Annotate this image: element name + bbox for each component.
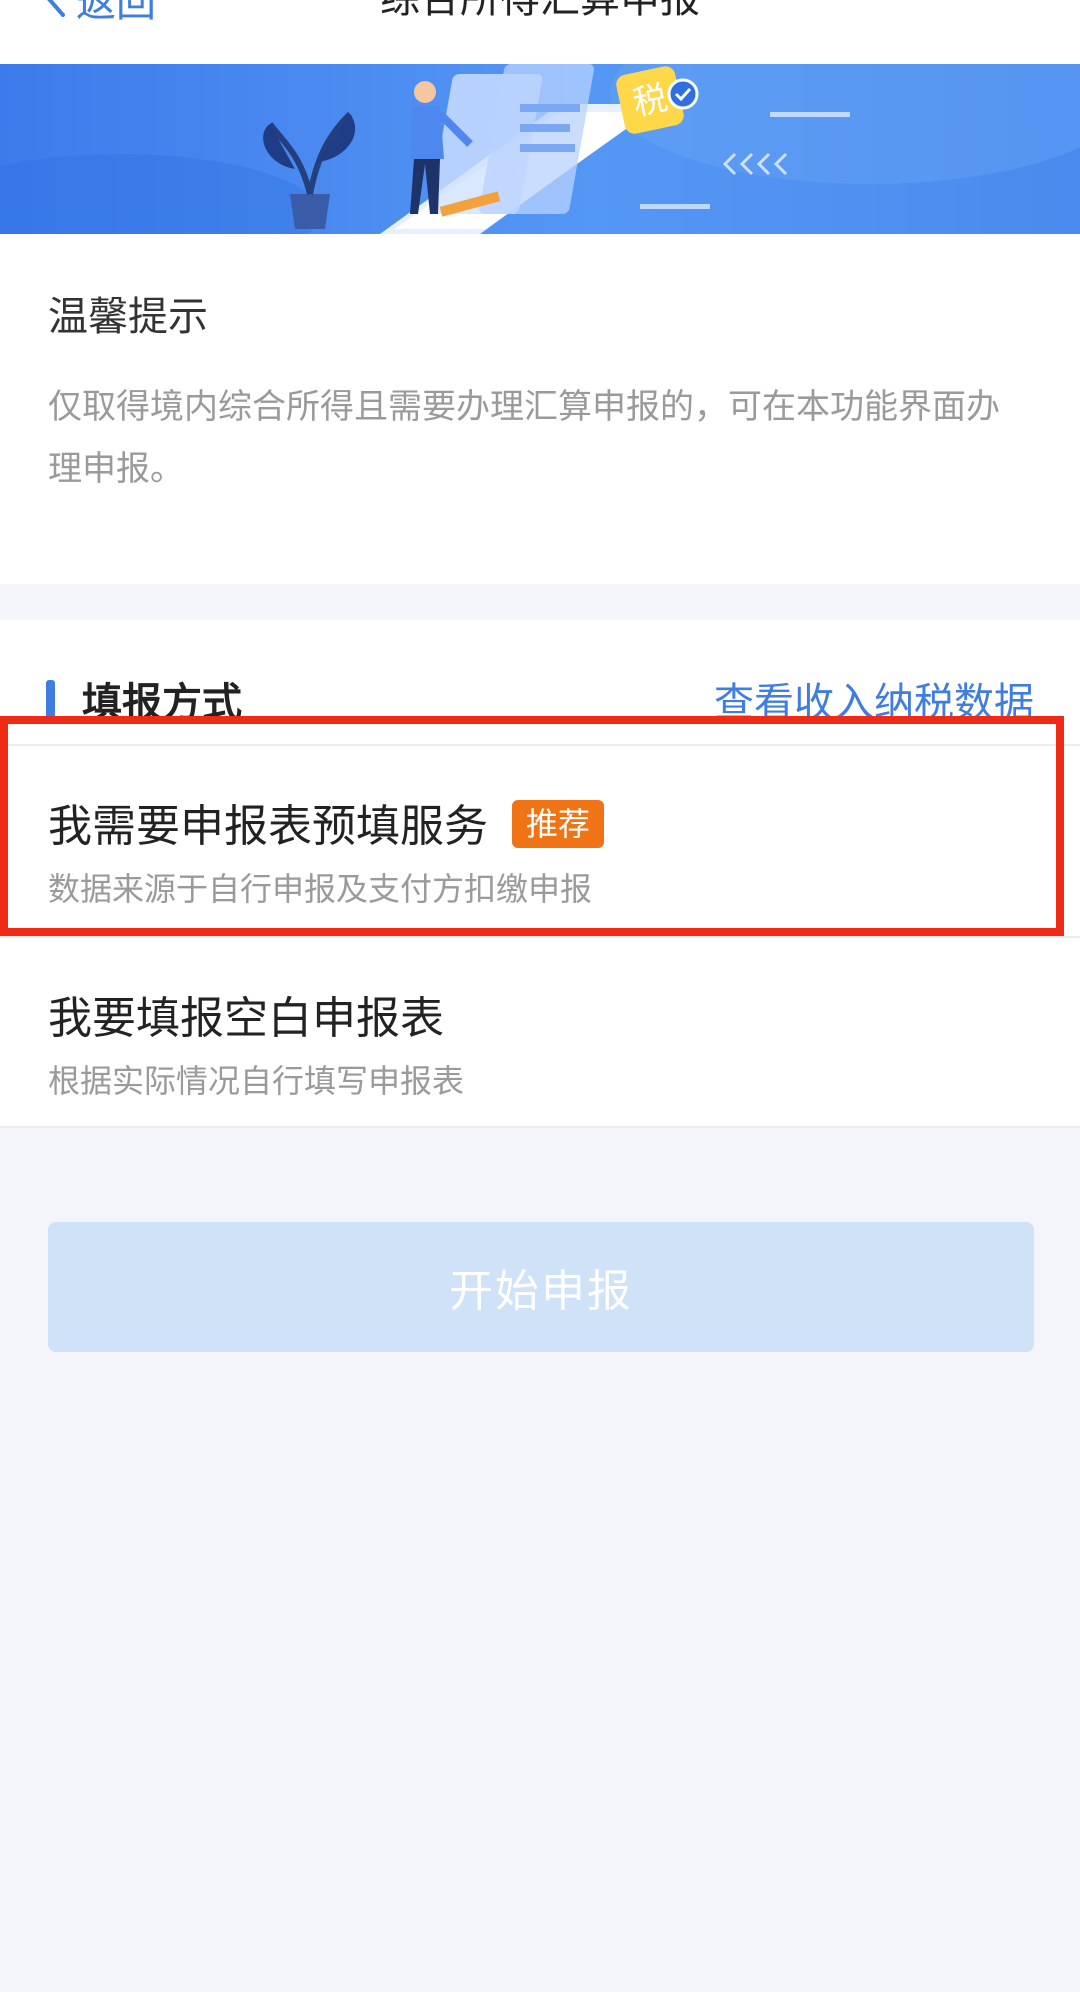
view-income-tax-data-link[interactable]: 查看收入纳税数据 xyxy=(714,670,1034,728)
option-subtitle: 根据实际情况自行填写申报表 xyxy=(48,1062,465,1100)
page-title: 综合所得汇算申报 xyxy=(0,0,1080,24)
banner-art: 税 xyxy=(0,64,1080,234)
fill-method-title: 填报方式 xyxy=(82,680,242,726)
option-title: 我要填报空白申报表 xyxy=(48,993,444,1044)
option-blank-form[interactable]: 我要填报空白申报表 根据实际情况自行填写申报表 xyxy=(0,938,1080,1118)
option-prefill-service[interactable]: 我需要申报表预填服务 推荐 数据来源于自行申报及支付方扣缴申报 xyxy=(0,746,1080,926)
screen: 返回 综合所得汇算申报 xyxy=(0,0,1080,1992)
section-accent-bar xyxy=(46,680,55,720)
option-title-text: 我需要申报表预填服务 xyxy=(48,801,488,852)
tips-text: 仅取得境内综合所得且需要办理汇算申报的，可在本功能界面办理申报。 xyxy=(48,387,1000,489)
option-subtitle: 数据来源于自行申报及支付方扣缴申报 xyxy=(48,870,593,908)
option-title: 我需要申报表预填服务 推荐 xyxy=(48,790,605,854)
tips-section: 温馨提示 仅取得境内综合所得且需要办理汇算申报的，可在本功能界面办理申报。 xyxy=(0,234,1080,584)
fill-method-section: 填报方式 查看收入纳税数据 我需要申报表预填服务 推荐 数据来源于自行申报及支付方… xyxy=(0,620,1080,1128)
nav-header: 返回 综合所得汇算申报 xyxy=(0,0,1080,64)
divider xyxy=(0,1126,1080,1128)
fill-method-header: 填报方式 查看收入纳税数据 xyxy=(0,650,1080,730)
banner-illustration: 税 xyxy=(0,64,1080,234)
recommend-badge: 推荐 xyxy=(512,800,605,848)
tips-title: 温馨提示 xyxy=(48,294,208,340)
start-declaration-button[interactable]: 开始申报 xyxy=(48,1222,1034,1352)
